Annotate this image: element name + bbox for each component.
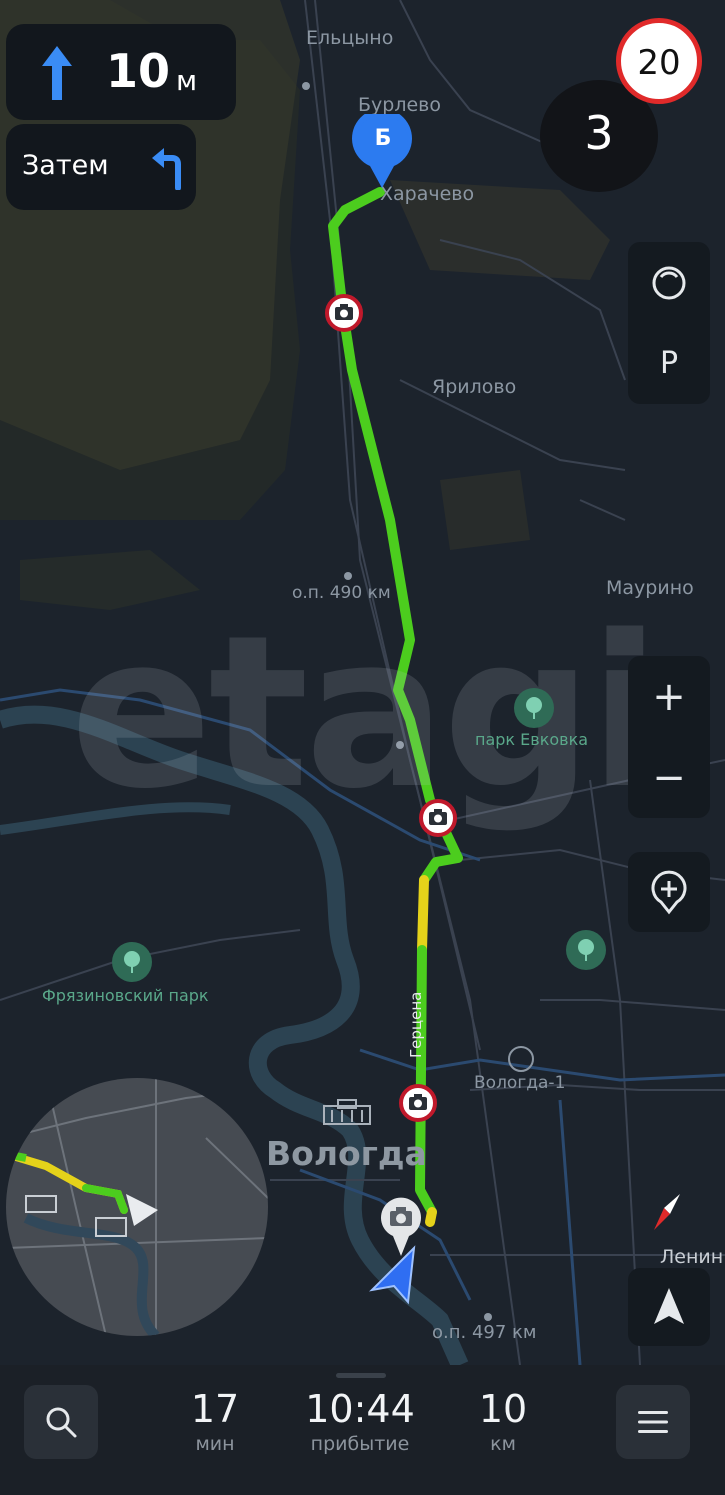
building-icon xyxy=(323,1099,371,1125)
place-fryazinovsky-park: Фрязиновский парк xyxy=(42,986,209,1005)
place-vologda: Вологда xyxy=(266,1134,427,1173)
trip-time-value: 17 xyxy=(190,1387,240,1431)
arrival-time: 10:44 прибытие xyxy=(290,1387,430,1455)
speed-camera-icon[interactable] xyxy=(419,799,457,837)
destination-pin-label: Б xyxy=(374,126,392,151)
current-location-arrow-icon xyxy=(369,1245,416,1305)
trip-info-bar: 17 мин 10:44 прибытие 10 км xyxy=(0,1365,725,1495)
trip-distance-unit: км xyxy=(490,1433,516,1455)
traffic-icon xyxy=(652,266,686,299)
follow-location-button[interactable] xyxy=(628,1268,710,1346)
watermark: etagi xyxy=(70,590,661,835)
park-icon xyxy=(112,942,152,982)
zoom-in-button[interactable]: + xyxy=(628,656,710,737)
then-label: Затем xyxy=(22,150,109,181)
arrival-time-value: 10:44 xyxy=(305,1387,415,1431)
speed-camera-icon[interactable] xyxy=(325,294,363,332)
place-op490: о.п. 490 км xyxy=(292,583,391,603)
speed-limit-value: 20 xyxy=(637,43,681,83)
parking-button[interactable]: P xyxy=(628,323,710,404)
park-icon xyxy=(566,930,606,970)
next-maneuver-card[interactable]: Затем xyxy=(6,124,196,210)
turn-left-icon xyxy=(152,148,181,190)
compass-icon[interactable] xyxy=(648,1190,688,1234)
minimap-canvas xyxy=(6,1078,268,1336)
speed-camera-icon[interactable] xyxy=(399,1084,437,1122)
speed-limit-sign: 20 xyxy=(616,18,702,104)
place-yarilovo: Ярилово xyxy=(432,376,517,398)
trip-time-unit: мин xyxy=(195,1433,235,1455)
maneuver-distance-value: 10 xyxy=(106,44,171,98)
search-button[interactable] xyxy=(24,1385,98,1459)
zoom-controls: + − xyxy=(628,656,710,818)
straight-arrow-icon xyxy=(42,46,72,100)
arrival-label: прибытие xyxy=(310,1433,410,1455)
menu-button[interactable] xyxy=(616,1385,690,1459)
place-maurino: Маурино xyxy=(606,577,694,599)
place-elcyno: Ельцыно xyxy=(306,27,394,49)
place-vologda-1: Вологда-1 xyxy=(474,1073,566,1093)
navigation-arrow-icon xyxy=(654,1288,684,1324)
trip-distance: 10 км xyxy=(458,1387,548,1455)
current-speed-value: 3 xyxy=(584,106,614,160)
maneuver-distance-unit: м xyxy=(176,64,198,97)
minimap[interactable] xyxy=(6,1078,268,1336)
map-view[interactable]: etagi Ельцыно Бурлево Харачево Ярилово о… xyxy=(0,0,725,1365)
trip-time: 17 мин xyxy=(170,1387,260,1455)
place-lenin: Ленин xyxy=(660,1246,724,1268)
street-gertsena: Герцена xyxy=(407,991,425,1058)
place-park-evkovka: парк Евковка xyxy=(475,730,589,749)
search-icon xyxy=(46,1407,77,1438)
layer-controls: P xyxy=(628,242,710,404)
place-burlevo: Бурлево xyxy=(358,94,441,116)
add-point-button[interactable] xyxy=(628,852,710,932)
hamburger-menu-icon xyxy=(638,1411,668,1433)
drag-handle[interactable] xyxy=(336,1373,386,1378)
traffic-button[interactable] xyxy=(628,242,710,323)
maneuver-card[interactable]: 10 м xyxy=(6,24,236,120)
place-op497: о.п. 497 км xyxy=(432,1322,537,1343)
add-location-icon xyxy=(651,870,687,915)
zoom-out-button[interactable]: − xyxy=(628,737,710,818)
park-icon xyxy=(514,688,554,728)
train-station-icon xyxy=(508,1046,534,1072)
trip-distance-value: 10 xyxy=(478,1387,528,1431)
